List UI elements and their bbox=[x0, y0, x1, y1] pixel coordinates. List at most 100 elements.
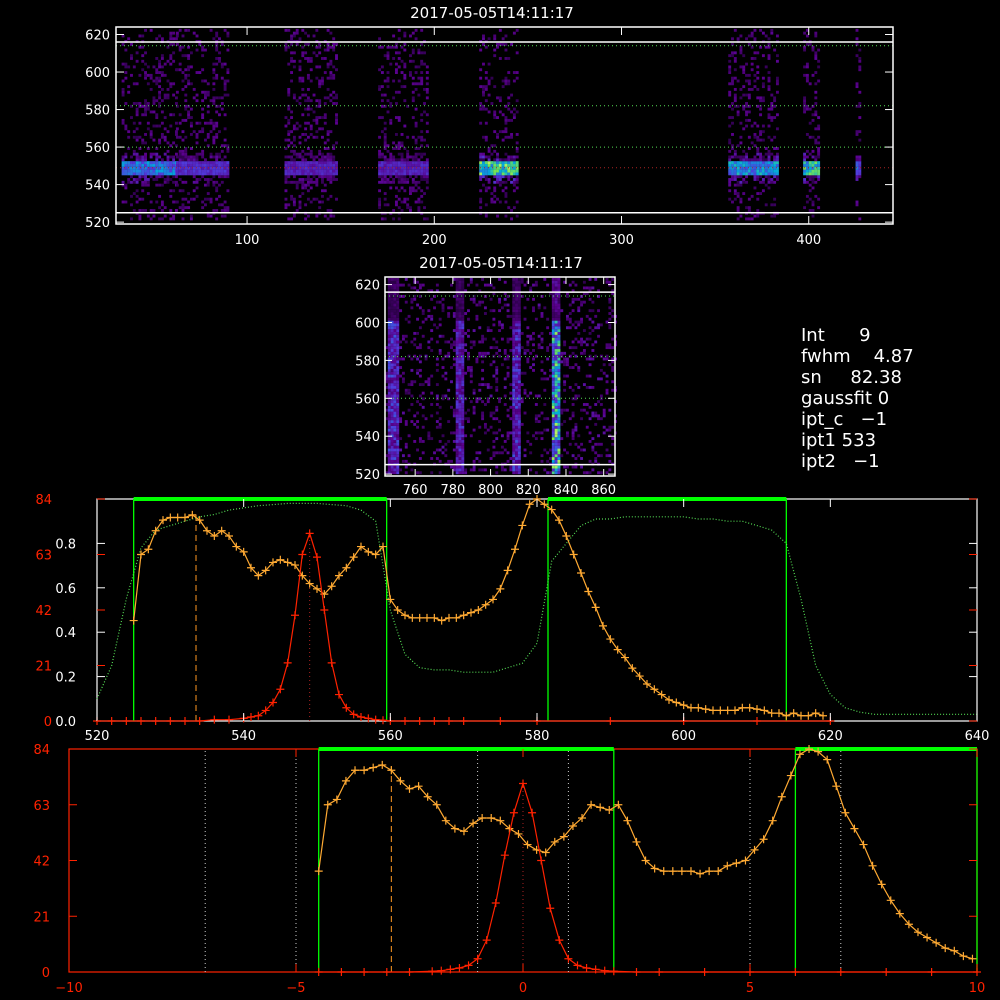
top-heat-cell bbox=[383, 104, 387, 108]
wl-red-point bbox=[181, 717, 189, 725]
top-heat-cell bbox=[166, 180, 170, 184]
top-heat-cell bbox=[811, 166, 815, 170]
mid-heat-cell bbox=[512, 360, 516, 364]
mid-heat-cell bbox=[563, 351, 567, 355]
top-heat-cell bbox=[335, 113, 338, 117]
mid-heat-cell bbox=[557, 351, 561, 355]
mid-heat-cell bbox=[594, 451, 598, 455]
top-heat-cell bbox=[479, 163, 483, 167]
mid-heat-cell bbox=[478, 397, 482, 401]
top-heat-cell bbox=[223, 200, 227, 204]
mid-heat-cell bbox=[390, 388, 394, 392]
top-heat-cell bbox=[301, 28, 305, 32]
top-heat-cell bbox=[144, 163, 147, 167]
top-heat-cell bbox=[295, 208, 299, 212]
top-heat-cell bbox=[181, 197, 185, 201]
top-heat-cell bbox=[306, 113, 310, 117]
mid-heat-cell bbox=[458, 295, 462, 298]
top-heat-cell bbox=[209, 28, 213, 32]
top-heat-cell bbox=[736, 180, 740, 184]
top-heat-cell bbox=[301, 79, 305, 83]
top-heat-cell bbox=[323, 121, 327, 125]
top-heat-cell bbox=[855, 166, 859, 170]
mid-heat-cell bbox=[393, 434, 397, 438]
top-heat-cell bbox=[493, 144, 497, 148]
mid-heat-cell bbox=[455, 397, 459, 401]
top-heat-cell bbox=[132, 192, 136, 196]
mid-heat-cell bbox=[396, 297, 400, 301]
mid-heat-cell bbox=[597, 377, 600, 381]
mid-heat-cell bbox=[554, 297, 558, 301]
mid-heat-cell bbox=[435, 283, 439, 287]
mid-heat-cell bbox=[450, 346, 453, 350]
top-heat-cell bbox=[306, 214, 310, 218]
mid-heat-cell bbox=[557, 340, 561, 344]
top-heat-cell bbox=[479, 161, 483, 165]
top-heat-cell bbox=[380, 217, 384, 221]
mid-heat-cell bbox=[580, 337, 584, 341]
top-heat-cell bbox=[152, 102, 156, 105]
top-heat-cell bbox=[383, 163, 387, 167]
mid-heat-cell bbox=[503, 394, 507, 398]
top-heat-cell bbox=[808, 135, 812, 139]
mid-heat-cell bbox=[427, 346, 431, 350]
top-heat-cell bbox=[761, 96, 765, 100]
top-heat-cell bbox=[386, 178, 390, 181]
wl-orange-point bbox=[276, 555, 285, 564]
off-red-point bbox=[314, 968, 323, 976]
wl-red-point bbox=[225, 715, 233, 724]
top-heat-cell bbox=[504, 118, 508, 122]
top-heat-cell bbox=[121, 200, 125, 204]
mid-heat-cell bbox=[447, 397, 451, 401]
top-heat-cell bbox=[226, 68, 230, 72]
mid-heat-cell bbox=[450, 337, 453, 341]
top-heat-cell bbox=[292, 138, 296, 142]
off-red-point bbox=[573, 961, 582, 970]
top-heat-cell bbox=[169, 85, 173, 89]
top-heat-cell bbox=[747, 79, 751, 83]
mid-heat-cell bbox=[577, 454, 581, 458]
mid-heat-cell bbox=[396, 312, 400, 315]
mid-heat-cell bbox=[537, 346, 541, 350]
top-heat-cell bbox=[301, 172, 305, 176]
top-heat-cell bbox=[130, 203, 133, 207]
mid-heat-cell bbox=[396, 368, 400, 372]
mid-heat-cell bbox=[498, 277, 502, 281]
wl-orange-point bbox=[562, 532, 571, 540]
mid-heat-cell bbox=[455, 286, 459, 290]
off-xtick-label: −10 bbox=[55, 981, 82, 996]
mid-heat-cell bbox=[447, 351, 451, 355]
wl-orange-point bbox=[606, 635, 615, 644]
top-heat-cell bbox=[318, 158, 322, 162]
mid-heat-cell bbox=[515, 340, 518, 344]
top-heat-cell bbox=[158, 71, 162, 74]
mid-heat-cell bbox=[483, 403, 487, 406]
off-orange-point bbox=[877, 880, 886, 889]
top-heat-cell bbox=[764, 172, 768, 176]
top-heat-cell bbox=[203, 178, 207, 181]
mid-heat-cell bbox=[557, 442, 561, 446]
top-heat-cell bbox=[304, 172, 308, 176]
mid-heat-cell bbox=[393, 420, 397, 423]
mid-heat-cell bbox=[517, 314, 521, 318]
top-heat-cell bbox=[215, 180, 219, 184]
top-heat-cell bbox=[124, 155, 128, 159]
top-heat-cell bbox=[389, 175, 393, 179]
top-band-0 bbox=[121, 28, 178, 221]
mid-heat-cell bbox=[441, 297, 445, 301]
mid-heat-cell bbox=[512, 320, 516, 324]
top-heat-cell bbox=[817, 175, 821, 179]
top-heat-cell bbox=[756, 172, 760, 176]
mid-heat-cell bbox=[543, 428, 547, 432]
top-heat-cell bbox=[309, 161, 313, 165]
top-heat-cell bbox=[728, 124, 732, 128]
top-heat-cell bbox=[739, 155, 743, 159]
mid-heat-cell bbox=[571, 340, 575, 344]
top-heat-cell bbox=[178, 206, 182, 210]
mid-heat-cell bbox=[461, 425, 465, 429]
mid-heat-cell bbox=[571, 397, 575, 401]
mid-heat-cell bbox=[512, 428, 516, 432]
mid-heat-cell bbox=[458, 280, 462, 284]
top-heat-cell bbox=[290, 116, 294, 120]
top-heat-cell bbox=[733, 155, 737, 159]
